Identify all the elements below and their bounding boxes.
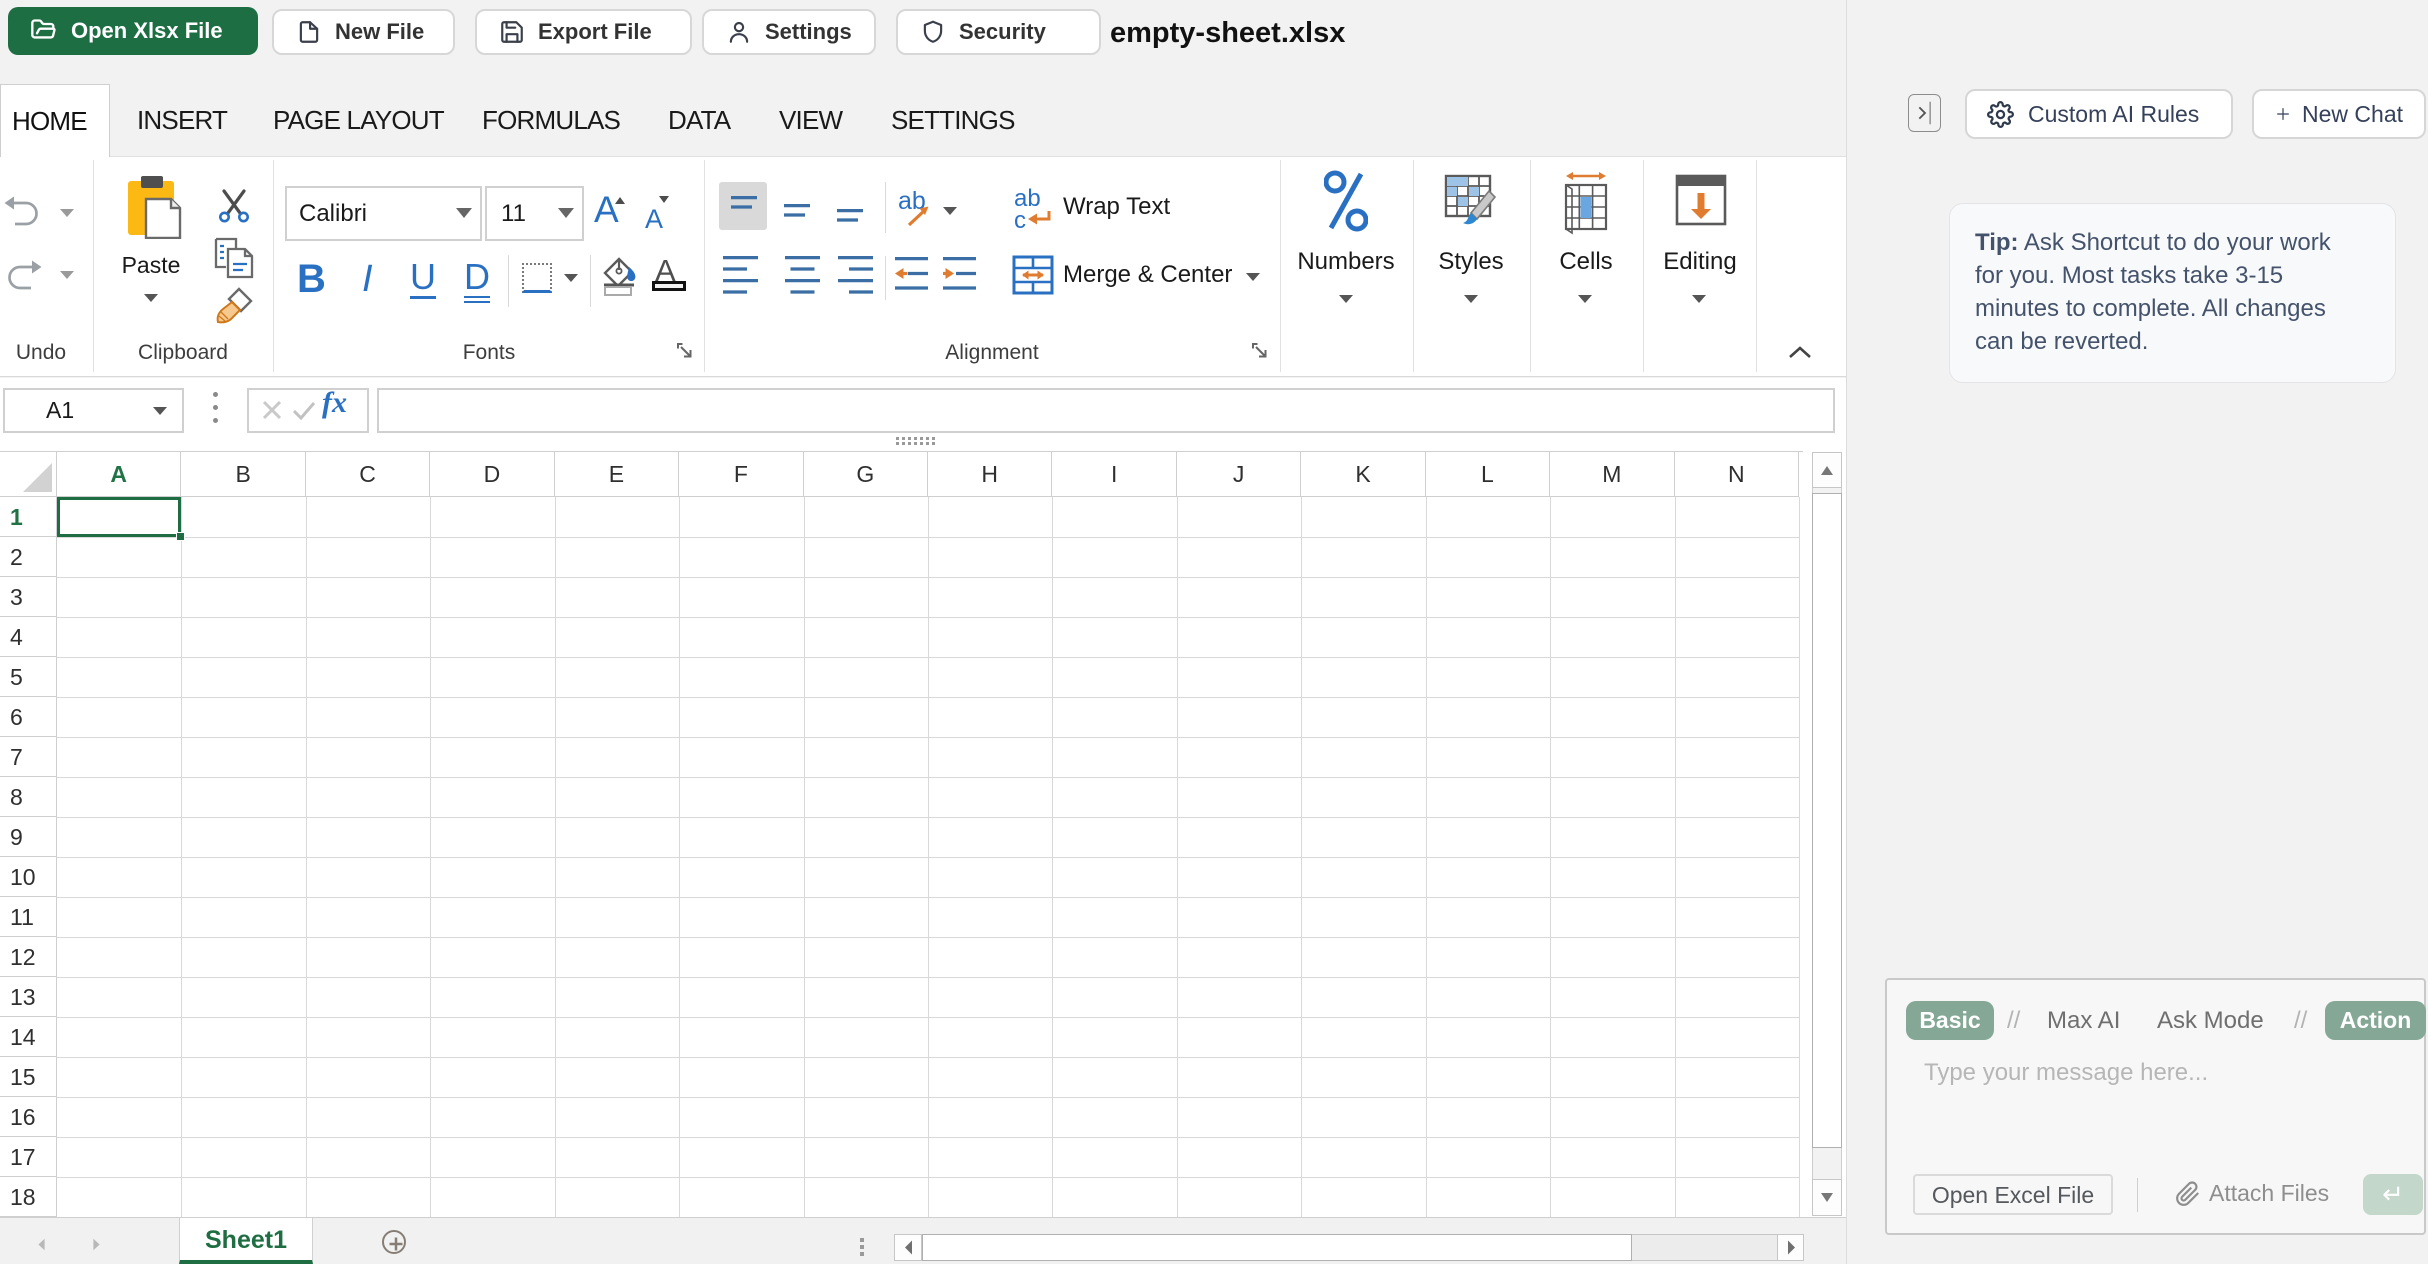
svg-text:c: c [1014, 207, 1026, 231]
